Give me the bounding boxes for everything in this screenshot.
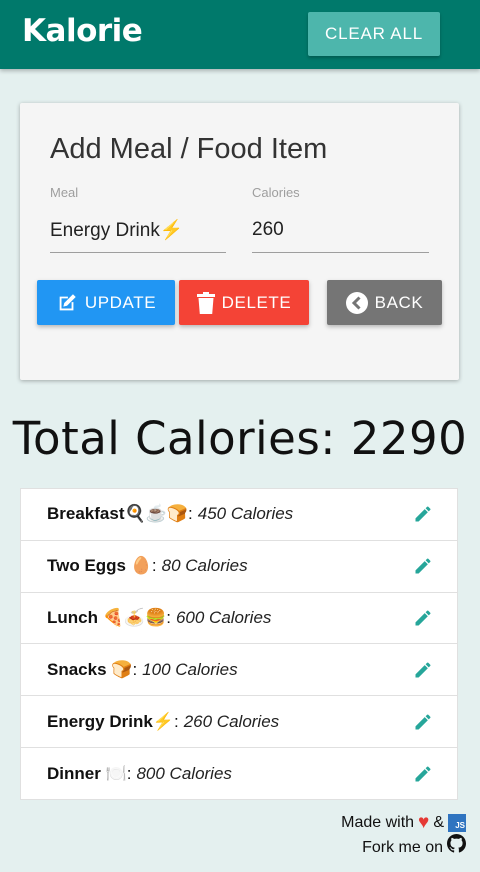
list-item: Snacks 🍞: 100 Calories — [21, 644, 457, 697]
made-with-text: Made with — [341, 814, 415, 831]
item-calories: 100 Calories — [142, 659, 238, 679]
item-name: Dinner 🍽️ — [47, 763, 127, 783]
js-icon: JS — [448, 813, 466, 832]
item-name: Energy Drink⚡ — [47, 711, 174, 731]
list-item: Dinner 🍽️: 800 Calories — [21, 748, 457, 800]
list-item: Energy Drink⚡: 260 Calories — [21, 696, 457, 748]
brand-logo[interactable]: Kalorie — [22, 13, 143, 49]
pencil-icon[interactable] — [413, 504, 433, 524]
pencil-icon[interactable] — [413, 608, 433, 628]
delete-button[interactable]: DELETE — [179, 280, 309, 325]
item-calories: 260 Calories — [183, 711, 280, 731]
made-with-line: Made with ♥ & JS — [341, 811, 466, 834]
pencil-icon[interactable] — [413, 764, 433, 784]
chevron-left-circle-icon — [345, 291, 368, 314]
meal-input[interactable] — [50, 207, 226, 253]
calories-input[interactable] — [252, 207, 429, 253]
item-calories: 600 Calories — [175, 607, 272, 627]
trash-icon — [196, 291, 215, 314]
heart-icon: ♥ — [418, 812, 430, 833]
meal-list: Breakfast🍳☕🍞: 450 Calories Two Eggs 🥚: 8… — [20, 488, 458, 800]
back-button[interactable]: BACK — [327, 280, 442, 325]
item-name: Breakfast🍳☕🍞 — [47, 504, 188, 524]
github-icon[interactable] — [447, 834, 466, 860]
list-item: Lunch 🍕🍝🍔: 600 Calories — [21, 593, 457, 645]
meal-label: Meal — [50, 185, 79, 200]
clear-all-button[interactable]: CLEAR ALL — [308, 12, 440, 56]
update-button[interactable]: UPDATE — [37, 280, 175, 325]
item-name: Two Eggs 🥚 — [47, 556, 152, 576]
list-item: Two Eggs 🥚: 80 Calories — [21, 541, 457, 593]
item-calories: 800 Calories — [136, 763, 232, 783]
delete-button-label: DELETE — [221, 292, 292, 312]
fork-text[interactable]: Fork me on — [362, 836, 443, 859]
item-name: Lunch 🍕🍝🍔 — [47, 607, 167, 627]
item-calories: 450 Calories — [197, 504, 294, 524]
navbar: Kalorie CLEAR ALL — [0, 0, 480, 69]
pencil-icon[interactable] — [413, 712, 433, 732]
meal-form-card: Add Meal / Food Item Meal Calories UPDAT… — [20, 103, 459, 380]
total-calories: Total Calories: 2290 — [12, 412, 468, 465]
back-button-label: BACK — [374, 292, 424, 312]
item-calories: 80 Calories — [161, 556, 248, 576]
edit-square-icon — [56, 292, 78, 314]
ampersand: & — [433, 814, 444, 831]
pencil-icon[interactable] — [413, 660, 433, 680]
footer: Made with ♥ & JS Fork me on — [341, 811, 466, 860]
calories-label: Calories — [252, 185, 300, 200]
list-item: Breakfast🍳☕🍞: 450 Calories — [21, 489, 457, 541]
form-title: Add Meal / Food Item — [50, 133, 328, 165]
fork-line[interactable]: Fork me on — [341, 834, 466, 860]
item-name: Snacks 🍞 — [47, 659, 133, 679]
pencil-icon[interactable] — [413, 556, 433, 576]
update-button-label: UPDATE — [84, 292, 157, 312]
